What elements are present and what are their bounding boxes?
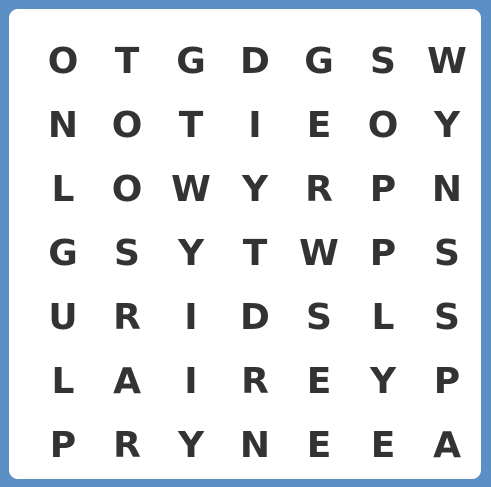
letter-grid: OTGDGSWNOTIEOYLOWYRPNGSYTWPSURIDSLSLAIRE… (31, 30, 479, 478)
letter-cell[interactable]: O (31, 30, 95, 94)
letter-cell[interactable]: A (95, 350, 159, 414)
letter-cell[interactable]: O (351, 94, 415, 158)
letter-cell[interactable]: W (415, 30, 479, 94)
letter-cell[interactable]: S (351, 30, 415, 94)
letter-cell[interactable]: D (223, 286, 287, 350)
letter-cell[interactable]: P (351, 158, 415, 222)
letter-cell[interactable]: N (31, 94, 95, 158)
letter-cell[interactable]: S (95, 222, 159, 286)
letter-cell[interactable]: I (159, 286, 223, 350)
letter-cell[interactable]: T (95, 30, 159, 94)
letter-cell[interactable]: N (223, 414, 287, 478)
letter-cell[interactable]: P (31, 414, 95, 478)
letter-cell[interactable]: A (415, 414, 479, 478)
letter-cell[interactable]: E (287, 414, 351, 478)
letter-cell[interactable]: U (31, 286, 95, 350)
letter-cell[interactable]: G (287, 30, 351, 94)
letter-cell[interactable]: S (415, 222, 479, 286)
letter-cell[interactable]: L (31, 350, 95, 414)
letter-cell[interactable]: E (287, 94, 351, 158)
letter-cell[interactable]: Y (223, 158, 287, 222)
letter-cell[interactable]: L (31, 158, 95, 222)
letter-cell[interactable]: R (95, 286, 159, 350)
letter-cell[interactable]: P (415, 350, 479, 414)
letter-cell[interactable]: Y (159, 222, 223, 286)
letter-cell[interactable]: T (159, 94, 223, 158)
letter-cell[interactable]: Y (351, 350, 415, 414)
letter-cell[interactable]: R (95, 414, 159, 478)
letter-cell[interactable]: R (223, 350, 287, 414)
letter-cell[interactable]: W (159, 158, 223, 222)
letter-cell[interactable]: Y (159, 414, 223, 478)
letter-cell[interactable]: I (223, 94, 287, 158)
letter-cell[interactable]: S (287, 286, 351, 350)
letter-cell[interactable]: O (95, 158, 159, 222)
letter-cell[interactable]: L (351, 286, 415, 350)
letter-cell[interactable]: G (159, 30, 223, 94)
letter-cell[interactable]: I (159, 350, 223, 414)
letter-cell[interactable]: Y (415, 94, 479, 158)
letter-cell[interactable]: D (223, 30, 287, 94)
letter-cell[interactable]: E (351, 414, 415, 478)
letter-cell[interactable]: R (287, 158, 351, 222)
letter-cell[interactable]: P (351, 222, 415, 286)
word-search-board: OTGDGSWNOTIEOYLOWYRPNGSYTWPSURIDSLSLAIRE… (9, 9, 481, 479)
letter-cell[interactable]: O (95, 94, 159, 158)
letter-cell[interactable]: E (287, 350, 351, 414)
letter-cell[interactable]: G (31, 222, 95, 286)
letter-cell[interactable]: S (415, 286, 479, 350)
letter-cell[interactable]: W (287, 222, 351, 286)
letter-cell[interactable]: N (415, 158, 479, 222)
letter-cell[interactable]: T (223, 222, 287, 286)
